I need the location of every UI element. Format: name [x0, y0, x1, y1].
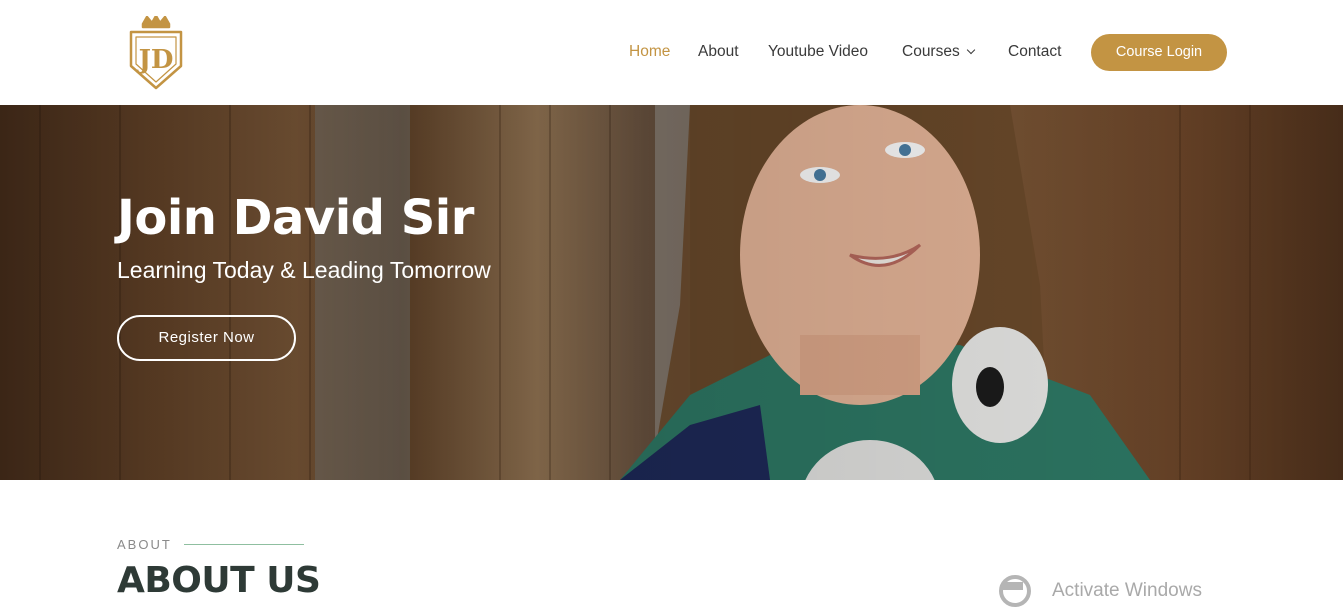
hero-subtitle: Learning Today & Leading Tomorrow: [117, 257, 491, 283]
site-header: JD Home About Youtube Video Courses Cont…: [0, 0, 1343, 105]
nav-courses-label: Courses: [902, 43, 960, 60]
about-eyebrow: ABOUT: [117, 537, 172, 552]
hero-background-image: [0, 105, 1343, 480]
hero-title: Join David Sir: [117, 190, 474, 246]
nav-courses[interactable]: Courses: [902, 43, 975, 61]
nav-home[interactable]: Home: [629, 43, 670, 61]
activate-windows-watermark: Activate Windows: [998, 572, 1238, 607]
nav-youtube-video[interactable]: Youtube Video: [768, 43, 868, 61]
nav-contact[interactable]: Contact: [1008, 43, 1061, 61]
watermark-circle-icon: [999, 575, 1031, 607]
chevron-down-icon: [966, 45, 975, 55]
register-now-button[interactable]: Register Now: [117, 315, 296, 361]
nav-about[interactable]: About: [698, 43, 739, 61]
course-login-button[interactable]: Course Login: [1091, 34, 1227, 71]
eyebrow-divider: [184, 544, 304, 545]
about-title: ABOUT US: [117, 560, 321, 601]
hero-banner: Join David Sir Learning Today & Leading …: [0, 105, 1343, 480]
